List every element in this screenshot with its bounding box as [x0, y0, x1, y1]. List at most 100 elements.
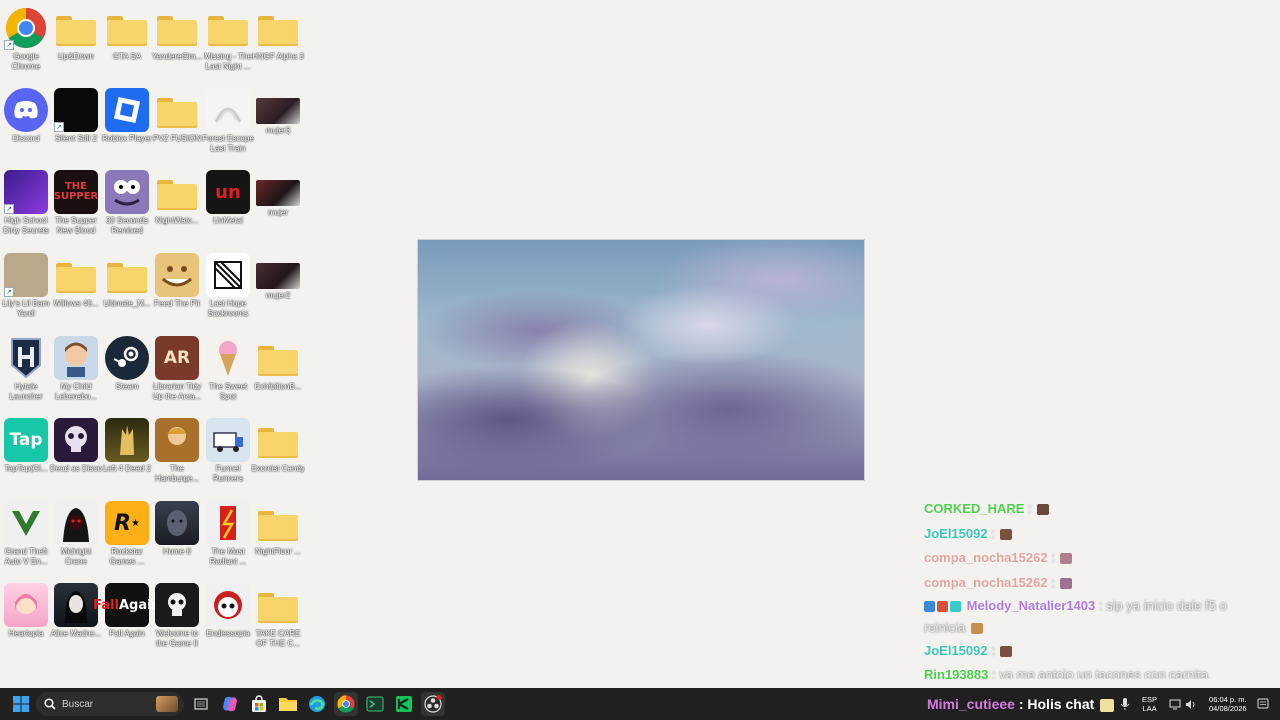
copilot-button[interactable]: [218, 692, 242, 716]
desktop-icon-take-care[interactable]: TAKE CARE OF THE C...: [252, 583, 304, 648]
icon-label: YandereSim...: [151, 52, 203, 61]
obs-button[interactable]: [421, 692, 445, 716]
desktop-icon-the-supper[interactable]: THE SUPPER The Supper New Blood: [50, 170, 102, 235]
folder-icon: [256, 501, 300, 545]
desktop-icon-lilys-barn[interactable]: ↗ Lily's Lil Barn Yard!: [0, 253, 52, 318]
icon-label: Missing - The Last Night ...: [204, 52, 252, 71]
desktop-icon-google-chrome[interactable]: ↗ Google Chrome: [0, 6, 52, 71]
desktop-icon-exorcist-candy[interactable]: Exorcist Candy: [251, 418, 305, 474]
volume-icon[interactable]: [1185, 699, 1197, 710]
desktop-icon-hamburger[interactable]: The Hamburge...: [151, 418, 203, 483]
desktop-icon-hngf[interactable]: HNGF Alpha 3: [252, 6, 304, 62]
desktop-icon-most-radiant[interactable]: The Most Radiant ...: [202, 501, 254, 566]
steam-icon: [105, 336, 149, 380]
desktop-icon-left-4-dead[interactable]: Left 4 Dead 2: [101, 418, 153, 474]
game-icon: [155, 253, 199, 297]
desktop-icon-dead-as-disco[interactable]: Dead as Disco: [50, 418, 102, 474]
desktop-icon-30-seconds[interactable]: 30 Seconds Remixed: [101, 170, 153, 235]
terminal-button[interactable]: [363, 692, 387, 716]
desktop-icon-gta-v[interactable]: Grand Theft Auto V En...: [0, 501, 52, 566]
desktop-icon-hytale[interactable]: Hytale Launcher: [0, 336, 52, 401]
chat-separator: :: [1051, 550, 1055, 565]
icon-label: Midnight Crane: [60, 547, 92, 566]
desktop-icon-exhibitionb[interactable]: ExhibitionB...: [252, 336, 304, 392]
edge-button[interactable]: [305, 692, 329, 716]
icon-label: The Hamburge...: [154, 464, 200, 483]
file-explorer-button[interactable]: [276, 692, 300, 716]
green-app-button[interactable]: [392, 692, 416, 716]
desktop-icon-unmetal[interactable]: un UnMetal: [202, 170, 254, 226]
desktop-icon-funnel-runners[interactable]: Funnel Runners: [202, 418, 254, 483]
start-button[interactable]: [9, 692, 33, 716]
desktop-icon-missing[interactable]: Missing - The Last Night ...: [202, 6, 254, 71]
desktop-icon-mujer3[interactable]: mujer3: [252, 88, 304, 136]
icon-label: NightFloor ...: [255, 547, 301, 556]
desktop-icon-home-0[interactable]: Home 0: [151, 501, 203, 557]
desktop-icon-steam[interactable]: Steam: [101, 336, 153, 392]
windows-start-icon: [13, 696, 29, 712]
notification-icon[interactable]: [1257, 698, 1269, 710]
desktop-icon-roblox[interactable]: Roblox Player: [101, 88, 153, 144]
task-view-button[interactable]: [189, 692, 213, 716]
language-code: ESP: [1142, 695, 1158, 704]
desktop-icon-midnight-crane[interactable]: Midnight Crane: [50, 501, 102, 566]
desktop-icon-nightwatc[interactable]: NightWatc...: [151, 170, 203, 226]
shortcut-arrow-icon: ↗: [4, 40, 14, 50]
desktop-icon-heartopia[interactable]: Heartopia: [0, 583, 52, 639]
desktop-icon-mujer2[interactable]: mujer2: [252, 253, 304, 301]
chrome-icon: ↗: [4, 6, 48, 50]
desktop-icon-gta-sa[interactable]: GTA SA: [101, 6, 153, 62]
desktop-icon-ultimate[interactable]: Ultimate_M...: [101, 253, 153, 309]
desktop-icon-librarian[interactable]: AR Librarian Tidy Up the Arca...: [151, 336, 203, 401]
icon-label: Heartopia: [8, 629, 44, 638]
desktop-icon-fall-again[interactable]: Fall Again Fall Again: [93, 583, 161, 639]
desktop-icon-feed-the-pit[interactable]: Feed The Pit: [151, 253, 203, 309]
desktop-icon-rockstar[interactable]: R ★ Rockstar Games ...: [101, 501, 153, 566]
icon-label: Grand Theft Auto V En...: [4, 547, 48, 566]
game-icon: [54, 418, 98, 462]
game-icon: ↗: [4, 170, 48, 214]
desktop-icon-willows[interactable]: Willows 40...: [50, 253, 102, 309]
desktop-icon-taptap[interactable]: Tap TapTap(Gl...: [0, 418, 52, 474]
icon-label: Funnel Runners: [212, 464, 244, 483]
clock[interactable]: 06:04 p. m. 04/08/2026: [1209, 695, 1247, 713]
desktop-icon-yanderesim[interactable]: YandereSim...: [151, 6, 203, 62]
emote-icon: [1000, 528, 1013, 540]
search-icon: [44, 698, 56, 710]
desktop-icon-high-school[interactable]: ↗ High School Dirty Secrets: [0, 170, 52, 235]
discord-icon: [4, 88, 48, 132]
chat-username: CORKED_HARE: [924, 501, 1025, 516]
desktop-icon-sweet-spot[interactable]: The Sweet Spot: [202, 336, 254, 401]
desktop-icon-silent-still[interactable]: ↗ Silent Still 2: [50, 88, 102, 144]
desktop-icon-discord[interactable]: Discord: [0, 88, 52, 144]
icon-label: Willows 40...: [53, 299, 99, 308]
game-icon: [155, 583, 199, 627]
desktop-icon-welcome-game[interactable]: Welcome to the Game II: [151, 583, 203, 648]
store-button[interactable]: [247, 692, 271, 716]
chat-separator: :: [991, 525, 995, 541]
folder-icon: [256, 336, 300, 380]
chrome-icon: [337, 695, 355, 713]
desktop-icon-nightfloor[interactable]: NightFloor ...: [252, 501, 304, 557]
icon-label: Discord: [12, 134, 40, 143]
taskbar-search-box[interactable]: Buscar: [36, 692, 184, 716]
microphone-icon[interactable]: [1120, 697, 1130, 711]
icon-label: Alice Madne...: [50, 629, 102, 638]
icon-label: Fall Again: [109, 629, 145, 638]
folder-icon: [105, 253, 149, 297]
obs-icon: [424, 695, 442, 713]
desktop-icon-mujer[interactable]: mujer: [252, 170, 304, 218]
network-icon[interactable]: [1169, 699, 1181, 710]
icon-label: Roblox Player: [102, 134, 152, 143]
desktop-icon-last-hope[interactable]: Last Hope Backrooms: [202, 253, 254, 318]
desktop-icon-pvz-fusion[interactable]: PVZ FUSION: [151, 88, 203, 144]
desktop-icon-my-child[interactable]: My Child Lebensbo...: [50, 336, 102, 401]
system-tray: ESP LAA 06:04 p. m. 04/08/2026: [1120, 688, 1269, 720]
icon-label: Left 4 Dead 2: [102, 464, 152, 473]
chrome-taskbar-button[interactable]: [334, 692, 358, 716]
desktop-icon-forest-escape[interactable]: Forest Escape Last Train: [202, 88, 254, 153]
game-icon: [54, 501, 98, 545]
desktop-icon-endlessopia[interactable]: Endlessopia: [202, 583, 254, 639]
desktop-icon-up-down[interactable]: Up&Down: [50, 6, 102, 62]
language-indicator[interactable]: ESP LAA: [1142, 695, 1157, 713]
